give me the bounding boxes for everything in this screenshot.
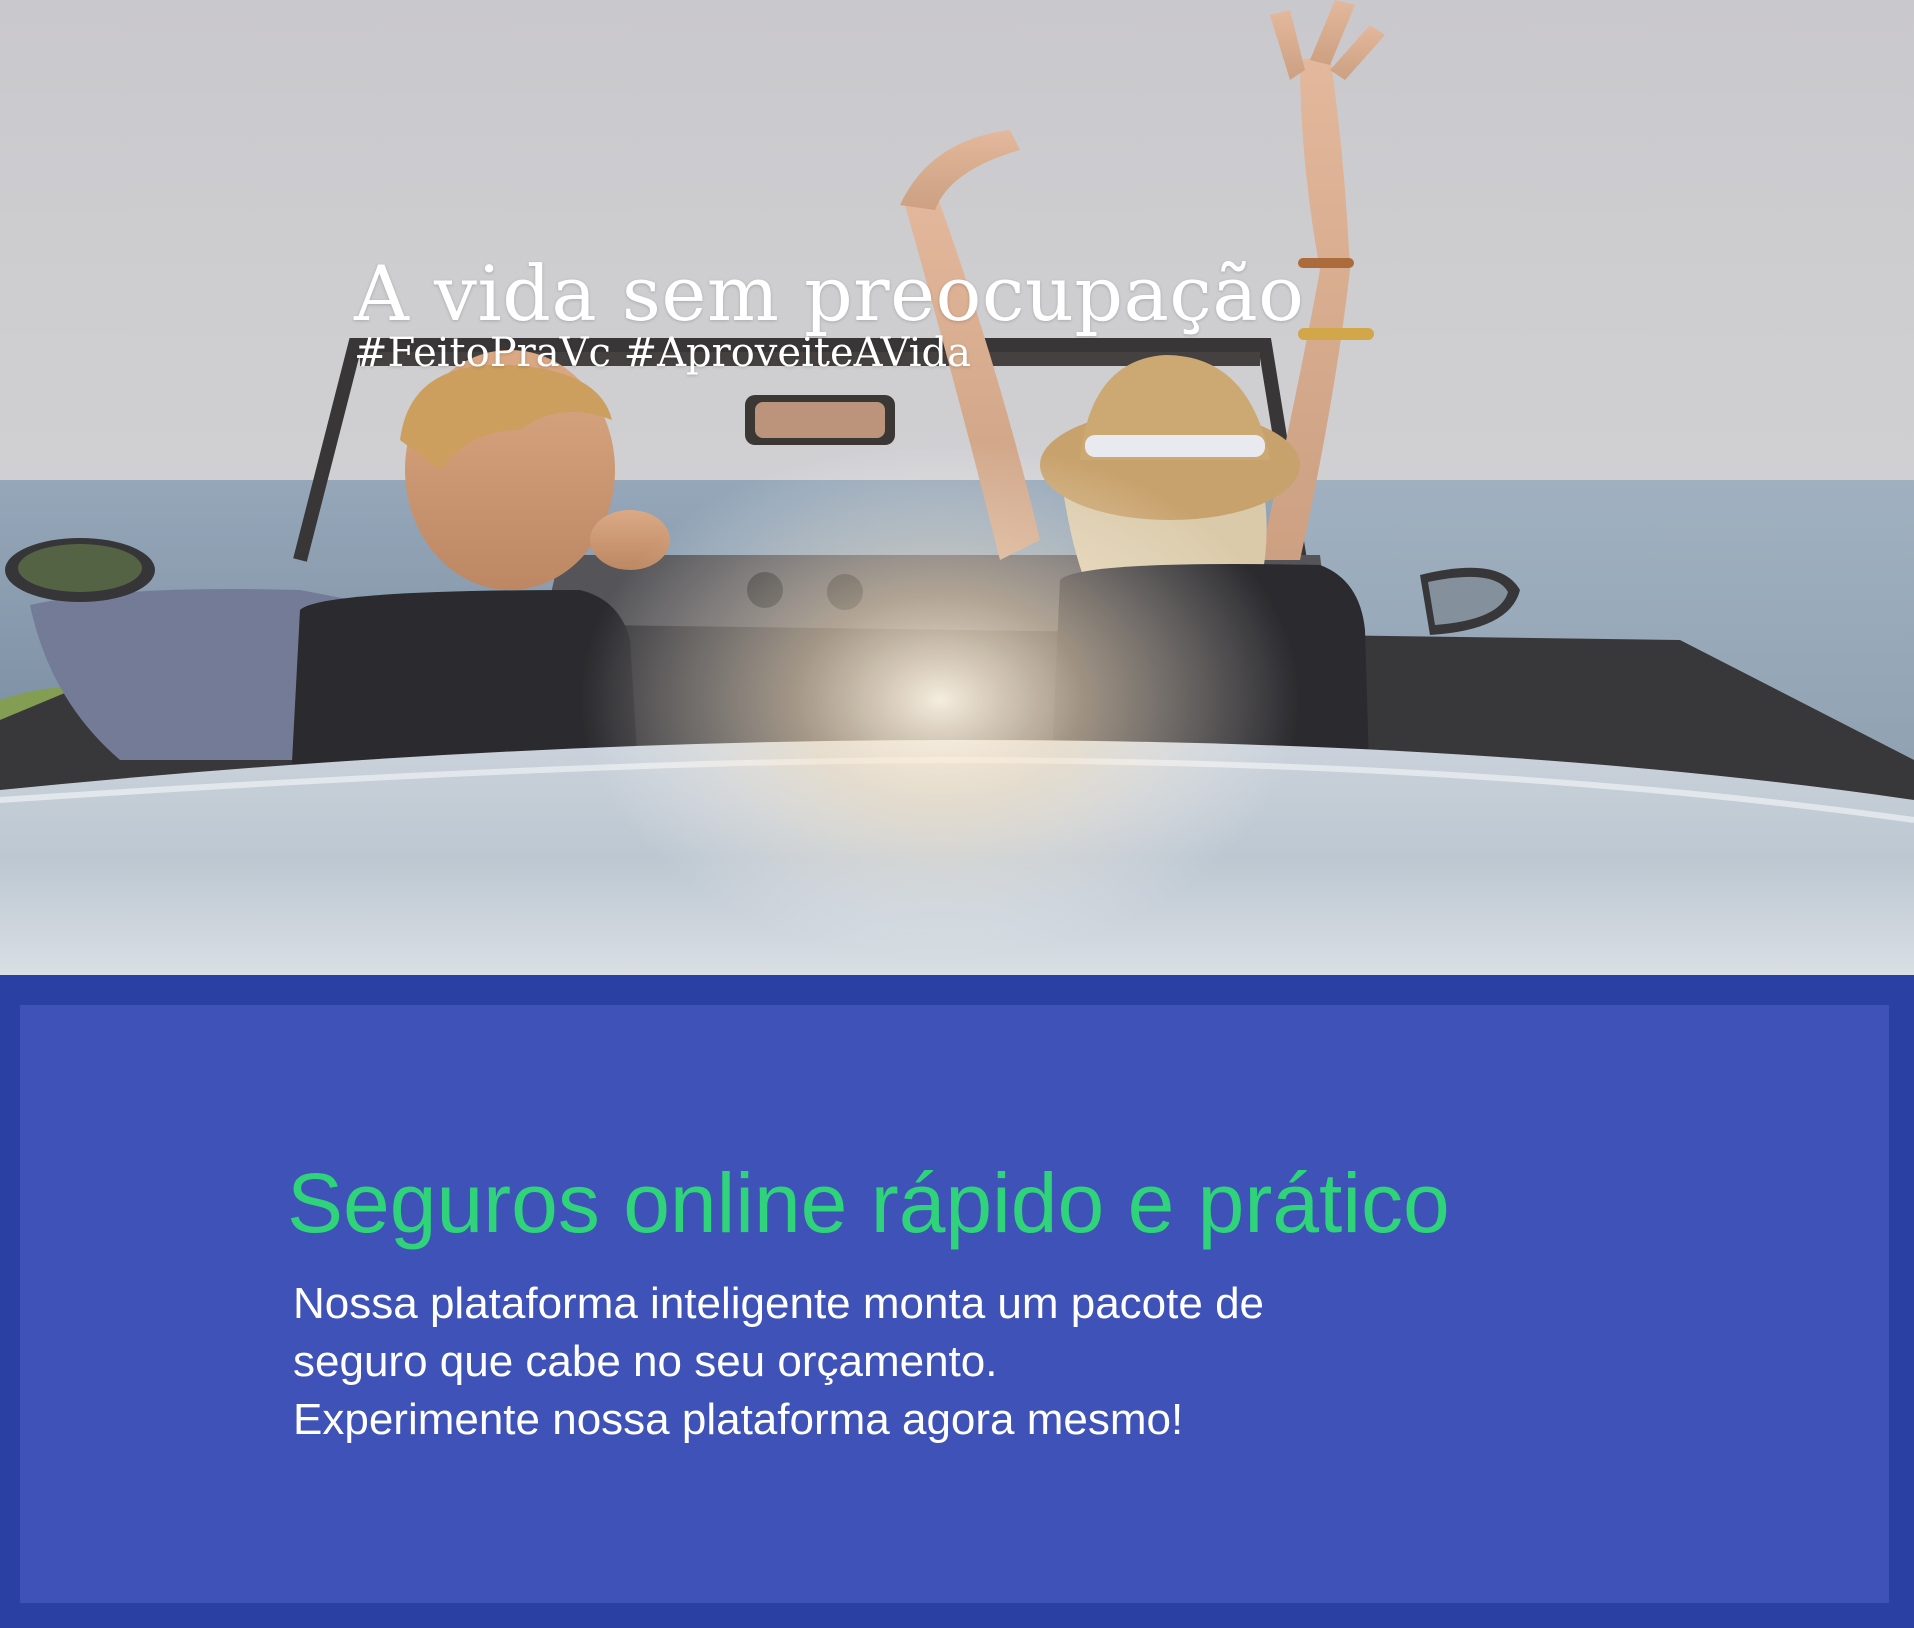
info-panel: Seguros online rápido e prático Nossa pl… <box>20 1005 1889 1603</box>
info-body-line: seguro que cabe no seu orçamento. <box>293 1337 998 1386</box>
info-section: Seguros online rápido e prático Nossa pl… <box>0 975 1914 1628</box>
hero-banner: A vida sem preocupação #FeitoPraVc #Apro… <box>0 0 1914 975</box>
info-body: Nossa plataforma inteligente monta um pa… <box>293 1275 1593 1449</box>
info-body-line: Nossa plataforma inteligente monta um pa… <box>293 1279 1265 1328</box>
hero-title: A vida sem preocupação <box>354 249 1305 338</box>
info-body-line: Experimente nossa plataforma agora mesmo… <box>293 1395 1184 1444</box>
info-heading: Seguros online rápido e prático <box>287 1156 1450 1250</box>
hero-caption: A vida sem preocupação #FeitoPraVc #Apro… <box>354 249 1454 377</box>
hero-photo-couple-convertible <box>0 0 1914 975</box>
page: A vida sem preocupação #FeitoPraVc #Apro… <box>0 0 1914 1628</box>
